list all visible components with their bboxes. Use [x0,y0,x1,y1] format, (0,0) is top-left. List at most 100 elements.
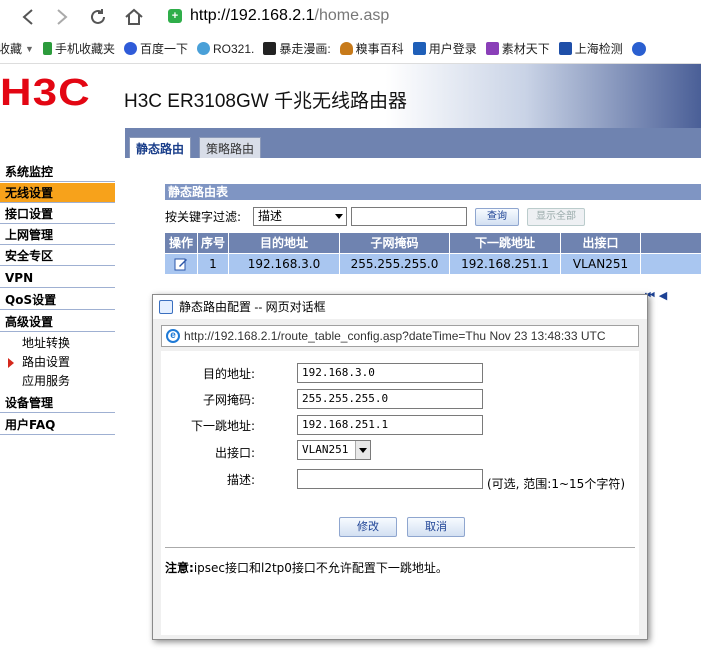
sidebar-item-faq[interactable]: 用户FAQ [0,415,115,435]
bookmark-item[interactable]: 暴走漫画: [263,40,331,57]
back-icon[interactable] [16,5,40,29]
chevron-down-icon [335,214,343,219]
bookmark-item[interactable]: 用户登录 [412,40,477,57]
dialog-title: 静态路由配置 -- 网页对话框 [179,300,326,314]
divider [165,547,635,548]
dialog-form: 目的地址: 192.168.3.0 子网掩码: 255.255.255.0 下一… [161,351,639,635]
table-row[interactable]: 1 192.168.3.0 255.255.255.0 192.168.251.… [165,254,701,274]
filter-select[interactable]: 描述 [253,207,347,226]
sidebar-item-device-mgmt[interactable]: 设备管理 [0,393,115,413]
bookmark-label: RO321. [212,41,255,56]
product-title: H3C ER3108GW 千兆无线路由器 [124,91,407,112]
dialog-url: http://192.168.2.1/route_table_config.as… [184,329,606,343]
bookmark-more[interactable] [631,41,649,56]
tab-static-route[interactable]: 静态路由 [129,137,192,159]
poop-icon [339,42,353,55]
sidebar-menu: 系统监控 无线设置 接口设置 上网管理 安全专区 VPN QoS设置 高级设置 … [0,128,125,664]
url-path: /home.asp [314,7,390,24]
url-host: http://192.168.2.1 [190,7,315,24]
bookmark-item[interactable]: 素材天下 [485,40,550,57]
sidebar-item-system-monitor[interactable]: 系统监控 [0,162,115,182]
bookmark-item[interactable]: RO321. [196,41,255,56]
edit-icon[interactable] [165,254,198,274]
static-route-dialog: 静态路由配置 -- 网页对话框 e http://192.168.2.1/rou… [152,294,648,640]
query-button[interactable]: 查询 [475,208,519,226]
row-dest: 192.168.3.0 [229,254,340,274]
row-index: 1 [198,254,229,274]
desc-hint: (可选, 范围:1~15个字符) [487,477,625,491]
arrow-right-icon [8,358,14,368]
bookmark-label: 暴走漫画: [279,42,331,56]
note-label: 注意: [165,561,194,575]
desc-field[interactable] [297,469,483,489]
tab-bar: 静态路由 策略路由 [125,134,701,159]
filter-select-value: 描述 [258,209,283,223]
sidebar-subitem-routing[interactable]: 路由设置 [22,353,70,371]
pager-first-prev-icon[interactable]: ⏮ ◀ [645,289,667,303]
ie-icon: e [166,329,180,343]
dest-label: 目的地址: [202,367,255,381]
mask-field[interactable]: 255.255.255.0 [297,389,483,409]
col-header-index: 序号 [198,233,229,253]
h3c-logo: H3C [0,72,91,114]
reload-icon[interactable] [86,5,110,29]
note-text: ipsec接口和l2tp0接口不允许配置下一跳地址。 [193,561,448,575]
desc-label: 描述: [226,473,255,487]
sidebar-subitem-app-service[interactable]: 应用服务 [22,372,70,390]
sidebar-item-security[interactable]: 安全专区 [0,246,115,266]
row-mask: 255.255.255.0 [340,254,450,274]
bookmark-label: 糗事百科 [355,42,404,56]
bookmark-label: 收藏 [0,42,23,56]
browser-toolbar: + http://192.168.2.1/home.asp [0,0,701,34]
col-header-action: 操作 [165,233,198,253]
note: 注意:ipsec接口和l2tp0接口不允许配置下一跳地址。 [165,559,448,576]
sidebar-item-advanced[interactable]: 高级设置 [0,312,115,332]
tab-policy-route[interactable]: 策略路由 [199,137,262,159]
globe-icon [196,42,210,55]
material-icon [485,42,499,55]
iface-select-value: VLAN251 [302,443,349,456]
sidebar-item-interface[interactable]: 接口设置 [0,204,115,224]
chevron-down-icon: ▼ [25,43,34,54]
bookmark-item[interactable]: 上海检测 [558,40,623,57]
home-icon[interactable] [122,5,146,29]
filter-label: 按关键字过滤: [165,210,242,224]
bookmark-label: 素材天下 [501,42,550,56]
bookmark-label: 手机收藏夹 [54,42,115,56]
comic-face-icon [263,42,277,55]
col-header-mask: 子网掩码 [340,233,450,253]
screen: { "browser": { "url_host": "http://192.1… [0,0,701,664]
secure-shield-icon: + [168,9,182,23]
next-hop-field[interactable]: 192.168.251.1 [297,415,483,435]
show-all-button[interactable]: 显示全部 [527,208,585,226]
col-header-dest: 目的地址 [229,233,340,253]
bookmark-label: 百度一下 [139,42,188,56]
dialog-window-icon [159,300,173,314]
dest-field[interactable]: 192.168.3.0 [297,363,483,383]
dialog-url-field: e http://192.168.2.1/route_table_config.… [161,325,639,347]
bookmark-item[interactable]: 百度一下 [123,40,188,57]
iface-label: 出接口: [214,446,255,460]
baidu-paw-icon [123,42,137,55]
cancel-button[interactable]: 取消 [407,517,465,537]
col-header-next-hop: 下一跳地址 [450,233,561,253]
bookmark-label: 用户登录 [428,42,477,56]
bookmark-label: 上海检测 [574,42,623,56]
filter-keyword-input[interactable] [351,207,467,226]
col-header-iface: 出接口 [561,233,641,253]
bookmark-item[interactable]: 手机收藏夹 [42,40,115,57]
next-hop-label: 下一跳地址: [190,419,255,433]
sidebar-item-qos[interactable]: QoS设置 [0,290,115,310]
sidebar-item-vpn[interactable]: VPN [0,268,115,288]
sidebar-item-internet-mgmt[interactable]: 上网管理 [0,225,115,245]
url-field[interactable]: + http://192.168.2.1/home.asp [168,4,701,28]
iface-select[interactable]: VLAN251 [297,440,371,460]
bookmark-favorites[interactable]: 收藏 ▼ [0,40,34,57]
row-iface: VLAN251 [561,254,641,274]
forward-icon[interactable] [50,5,74,29]
sidebar-item-wireless[interactable]: 无线设置 [0,183,115,203]
modify-button[interactable]: 修改 [339,517,397,537]
sidebar-subitem-nat[interactable]: 地址转换 [22,334,70,352]
chevron-down-icon [355,441,370,459]
bookmark-item[interactable]: 糗事百科 [339,40,404,57]
